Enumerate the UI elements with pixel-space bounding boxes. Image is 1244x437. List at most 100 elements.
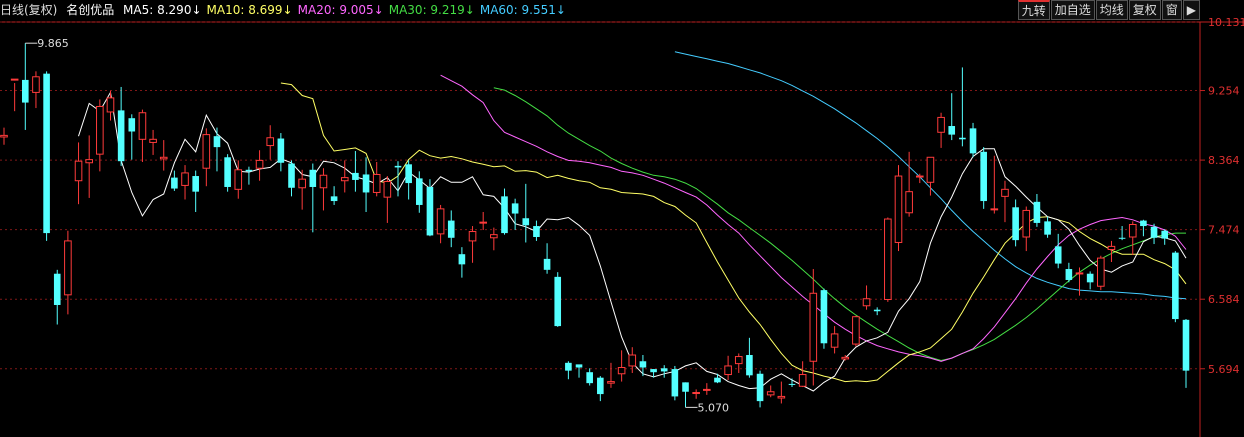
candle-body — [1097, 257, 1105, 287]
candle-body — [617, 367, 626, 375]
candle-body — [106, 97, 115, 113]
candle-body — [234, 169, 243, 190]
candle-body — [394, 165, 402, 168]
candle-body — [405, 164, 412, 184]
candle-body — [1012, 207, 1019, 241]
candle-body — [1033, 201, 1041, 223]
candle-body — [948, 126, 956, 135]
candle-body — [458, 254, 466, 265]
candle-body — [766, 391, 775, 396]
candle-body — [734, 356, 743, 365]
ma5-line — [78, 90, 1187, 392]
candle-body — [138, 112, 147, 140]
candle-body — [798, 374, 807, 387]
candle-body — [628, 354, 637, 367]
candle-body — [969, 128, 977, 154]
candle-body — [607, 381, 615, 384]
candle-body — [319, 174, 328, 189]
candle-body — [96, 105, 104, 155]
candle-body — [692, 392, 700, 395]
candle-body — [1022, 209, 1031, 238]
candle-body — [0, 134, 8, 138]
candle-body — [479, 221, 487, 224]
candlestick-chart[interactable]: 10.131 9.254 8.364 7.474 6.584 5.694 9.865 5.07… — [0, 0, 1244, 437]
candle-body — [533, 226, 540, 237]
candle-body — [1128, 223, 1137, 238]
candle-body — [64, 240, 72, 296]
candle-body — [10, 78, 19, 81]
candle-body — [1182, 319, 1190, 371]
candle-body — [724, 365, 732, 376]
candle-body — [554, 276, 562, 327]
candle-body — [905, 191, 913, 214]
candle-body — [830, 333, 839, 348]
candle-body — [788, 383, 796, 385]
y-tick-label: 6.584 — [1208, 293, 1240, 306]
candle-body — [447, 220, 455, 238]
candle-body — [309, 169, 317, 187]
candle-body — [426, 186, 434, 236]
candle-body — [181, 172, 189, 186]
candle-body — [650, 369, 657, 373]
candle-body — [1086, 273, 1094, 283]
candle-body — [1150, 226, 1158, 238]
y-tick-label: 10.131 — [1208, 16, 1244, 29]
y-tick-label: 8.364 — [1208, 154, 1240, 167]
candle-body — [245, 169, 253, 172]
y-tick-label: 9.254 — [1208, 85, 1240, 98]
candle-body — [1065, 269, 1073, 280]
candle-body — [192, 176, 199, 192]
candle-body — [255, 159, 264, 169]
candle-body — [501, 196, 508, 234]
candle-body — [671, 369, 679, 397]
candle-body — [1107, 245, 1116, 251]
candle-body — [117, 110, 125, 162]
candle-body — [586, 372, 593, 384]
candle-body — [915, 175, 924, 178]
candle-body — [990, 208, 999, 211]
candle-body — [575, 364, 583, 368]
candle-body — [330, 196, 338, 202]
candle-body — [1075, 272, 1084, 275]
candle-body — [777, 395, 786, 399]
candle-body — [862, 298, 871, 307]
candle-body — [128, 118, 136, 132]
candle-body — [597, 377, 604, 395]
candle-body — [852, 316, 860, 345]
candle-body — [436, 208, 445, 235]
candle-body — [1118, 237, 1126, 239]
candle-body — [159, 156, 168, 160]
candle-body — [266, 137, 275, 147]
candle-body — [1172, 252, 1179, 320]
candle-body — [959, 137, 966, 140]
candle-body — [884, 218, 892, 301]
candle-body — [682, 382, 689, 392]
candle-body — [85, 159, 93, 164]
candle-body — [43, 73, 50, 234]
candle-body — [415, 178, 423, 205]
candle-body — [21, 79, 29, 103]
candle-body — [1001, 188, 1009, 197]
candle-body — [149, 138, 157, 143]
candle-body — [372, 173, 381, 193]
candle-body — [298, 178, 306, 189]
candle-body — [639, 361, 647, 368]
candle-body — [522, 218, 530, 226]
candle-body — [937, 116, 945, 133]
y-tick-label: 7.474 — [1208, 224, 1240, 237]
low-annotation: 5.070 — [698, 401, 730, 414]
candle-body — [873, 309, 881, 312]
candle-body — [213, 136, 221, 148]
candle-body — [53, 273, 61, 305]
candle-body — [1140, 220, 1147, 227]
candle-body — [277, 138, 285, 163]
candle-body — [565, 362, 572, 371]
candle-body — [490, 234, 498, 239]
candle-body — [352, 172, 359, 180]
candle-body — [809, 292, 818, 362]
candle-body — [74, 160, 83, 182]
candle-body — [1161, 230, 1169, 239]
candle-body — [1044, 221, 1051, 235]
candle-body — [171, 177, 178, 189]
candle-body — [362, 174, 370, 193]
